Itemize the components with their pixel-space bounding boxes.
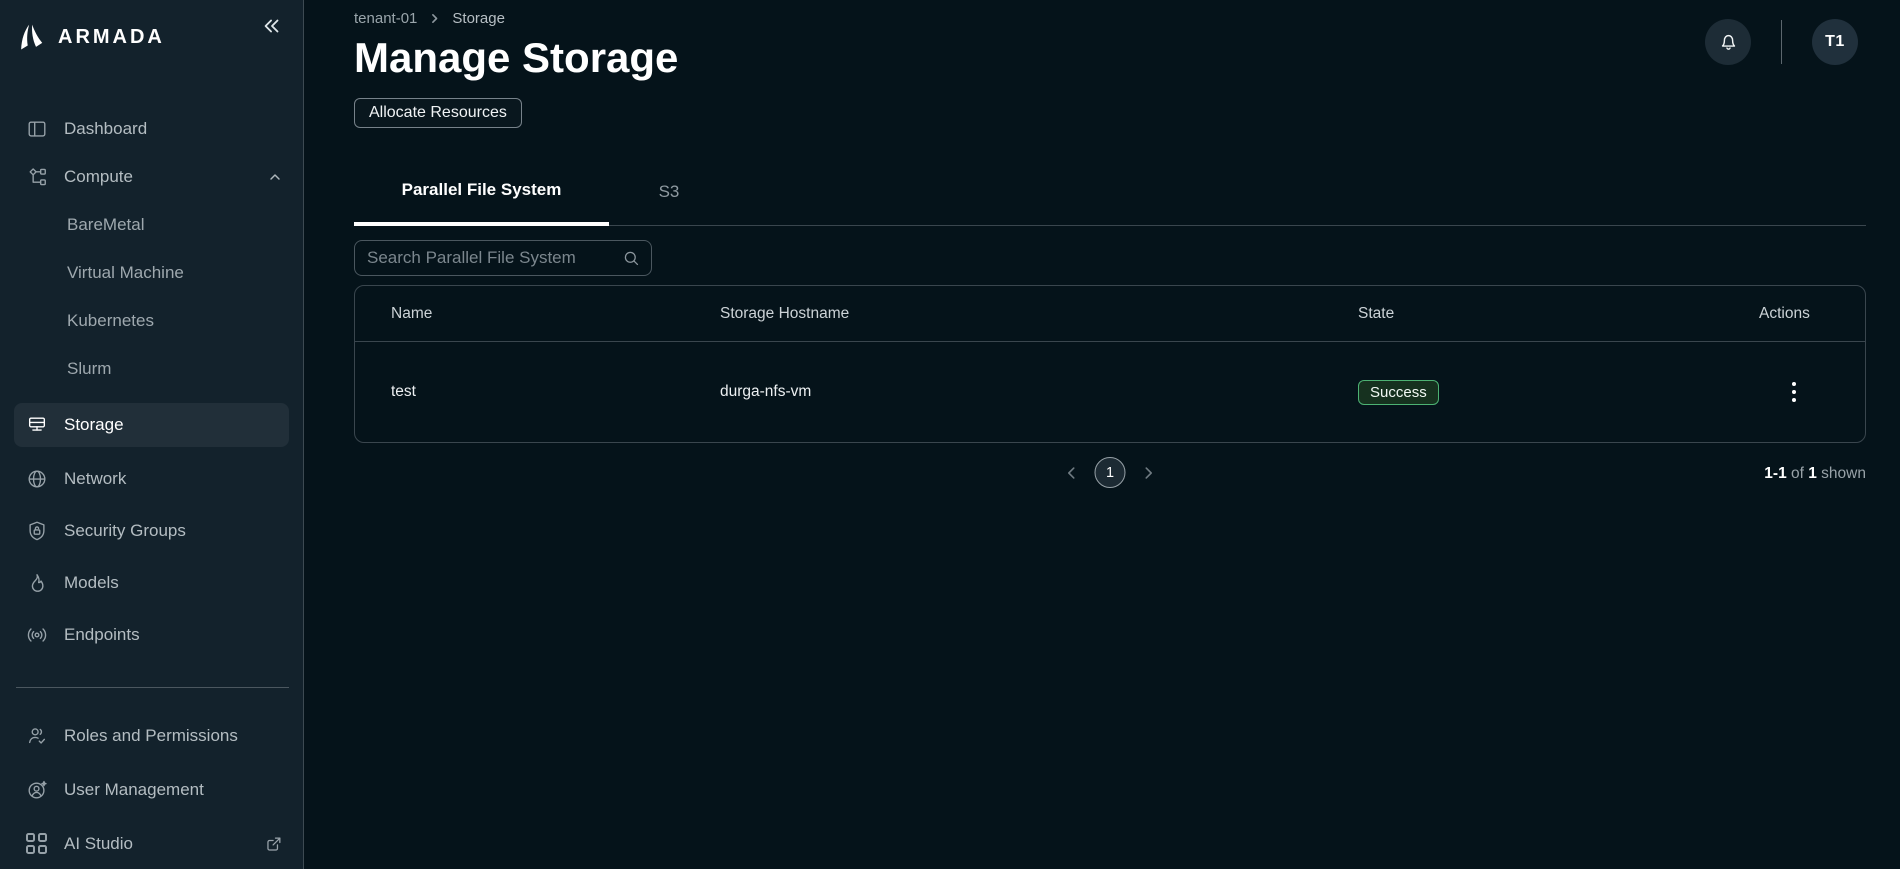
- layout-panel-icon: [26, 118, 48, 140]
- chevron-right-icon: [428, 12, 441, 25]
- users-check-icon: [26, 725, 48, 747]
- sidebar-item-label: AI Studio: [64, 834, 133, 853]
- column-header-state: State: [1358, 304, 1395, 322]
- breadcrumb-tenant[interactable]: tenant-01: [354, 10, 417, 27]
- cell-storage-hostname: durga-nfs-vm: [720, 383, 812, 400]
- pagination-prev-button[interactable]: [1063, 464, 1081, 482]
- sidebar-item-label: Kubernetes: [67, 311, 154, 330]
- column-header-storage-hostname: Storage Hostname: [720, 304, 850, 322]
- sidebar-item-label: BareMetal: [67, 215, 145, 234]
- sidebar-nav: Dashboard Compute BareMetal Virtual Mach…: [0, 105, 303, 868]
- sidebar-item-label: Models: [64, 573, 119, 592]
- status-badge: Success: [1358, 379, 1439, 405]
- chevron-up-icon: [267, 169, 283, 185]
- breadcrumb: tenant-01 Storage: [354, 10, 1866, 27]
- sidebar-item-user-management[interactable]: User Management: [0, 766, 303, 814]
- sidebar-item-security-groups[interactable]: Security Groups: [0, 507, 303, 555]
- summary-of: of: [1786, 465, 1809, 482]
- chevron-right-icon: [1140, 464, 1158, 482]
- pagination-summary: 1-1 of 1 shown: [1764, 465, 1866, 483]
- brand-name: ARMADA: [58, 26, 165, 48]
- table-header-row: Name Storage Hostname State Actions: [355, 286, 1865, 342]
- tab-parallel-file-system[interactable]: Parallel File System: [354, 158, 609, 226]
- sidebar-collapse-button[interactable]: [261, 15, 283, 37]
- chevrons-left-icon: [261, 15, 283, 37]
- sidebar-item-ai-studio[interactable]: AI Studio: [0, 820, 303, 868]
- search-input[interactable]: [355, 248, 651, 268]
- pagination: 1: [1063, 457, 1158, 488]
- sidebar-item-label: Security Groups: [64, 521, 186, 540]
- sidebar-item-label: Roles and Permissions: [64, 726, 238, 745]
- column-header-name: Name: [391, 304, 433, 322]
- external-link-icon: [264, 835, 283, 854]
- sidebar-item-dashboard[interactable]: Dashboard: [0, 105, 303, 153]
- tab-bar: Parallel File System S3: [354, 158, 1866, 226]
- summary-range: 1-1: [1764, 465, 1787, 482]
- broadcast-icon: [26, 624, 48, 646]
- sidebar: ARMADA Dashboard Compute BareMetal Virtu…: [0, 0, 304, 869]
- shield-lock-icon: [26, 520, 48, 542]
- allocate-resources-button[interactable]: Allocate Resources: [354, 98, 522, 128]
- compute-submenu: BareMetal Virtual Machine Kubernetes Slu…: [0, 201, 303, 393]
- magnifier-icon: [622, 249, 641, 268]
- sidebar-item-slurm[interactable]: Slurm: [0, 345, 303, 393]
- sidebar-item-label: Compute: [64, 167, 133, 186]
- sidebar-item-storage[interactable]: Storage: [14, 403, 289, 447]
- sidebar-item-label: Endpoints: [64, 625, 140, 644]
- table-row: test durga-nfs-vm Success: [355, 342, 1865, 442]
- user-badge-icon: [26, 779, 48, 801]
- sidebar-item-label: Network: [64, 469, 127, 488]
- sidebar-item-baremetal[interactable]: BareMetal: [0, 201, 303, 249]
- cell-name: test: [391, 383, 416, 400]
- sidebar-admin-section: Roles and Permissions User Management AI…: [0, 712, 303, 868]
- cell-actions: [1759, 376, 1829, 408]
- flame-icon: [26, 572, 48, 594]
- armada-logo-icon: [16, 23, 48, 52]
- pagination-bar: 1 1-1 of 1 shown: [354, 457, 1866, 491]
- sidebar-item-roles-and-permissions[interactable]: Roles and Permissions: [0, 712, 303, 760]
- summary-total: 1: [1808, 465, 1817, 482]
- sidebar-item-models[interactable]: Models: [0, 559, 303, 607]
- sidebar-item-compute[interactable]: Compute: [0, 153, 303, 201]
- sidebar-item-label: Storage: [64, 415, 124, 434]
- main-content: tenant-01 Storage Manage Storage Allocat…: [305, 0, 1900, 869]
- search-box: [354, 240, 652, 276]
- pagination-next-button[interactable]: [1140, 464, 1158, 482]
- sidebar-divider: [16, 687, 289, 688]
- sidebar-item-network[interactable]: Network: [0, 455, 303, 503]
- server-icon: [26, 414, 48, 436]
- sidebar-item-kubernetes[interactable]: Kubernetes: [0, 297, 303, 345]
- ai-studio-color-grid-icon: [26, 833, 48, 855]
- sidebar-item-label: Slurm: [67, 359, 112, 378]
- breadcrumb-current: Storage: [452, 10, 505, 27]
- chevron-left-icon: [1063, 464, 1081, 482]
- sidebar-item-label: User Management: [64, 780, 204, 799]
- sidebar-item-label: Virtual Machine: [67, 263, 184, 282]
- page-title: Manage Storage: [354, 34, 679, 81]
- summary-shown: shown: [1816, 465, 1866, 482]
- sidebar-item-label: Dashboard: [64, 119, 148, 138]
- sidebar-item-endpoints[interactable]: Endpoints: [0, 611, 303, 659]
- workflow-nodes-icon: [26, 166, 48, 188]
- row-actions-menu-button[interactable]: [1786, 376, 1802, 408]
- cell-state: Success: [1358, 379, 1759, 405]
- column-header-actions: Actions: [1759, 304, 1810, 322]
- brand-header: ARMADA: [0, 0, 303, 60]
- tab-s3[interactable]: S3: [609, 158, 729, 225]
- storage-table: Name Storage Hostname State Actions test…: [354, 285, 1866, 443]
- pagination-page-1-button[interactable]: 1: [1094, 457, 1126, 488]
- globe-icon: [26, 468, 48, 490]
- sidebar-item-virtual-machine[interactable]: Virtual Machine: [0, 249, 303, 297]
